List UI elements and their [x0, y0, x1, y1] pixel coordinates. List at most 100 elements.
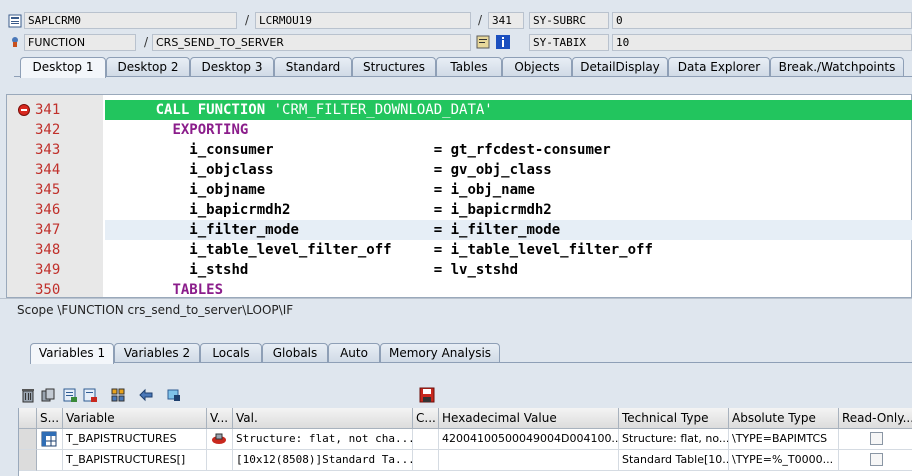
- code-text: EXPORTING: [105, 120, 912, 140]
- tab-standard[interactable]: Standard: [274, 57, 352, 77]
- col-header-c[interactable]: C...: [413, 408, 439, 429]
- code-identifier: i_filter_mode = i_filter_mode: [189, 222, 561, 238]
- tab-auto[interactable]: Auto: [328, 343, 380, 363]
- line-field[interactable]: 341: [488, 12, 524, 29]
- display-event-icon[interactable]: [476, 35, 490, 49]
- code-identifier: i_table_level_filter_off = i_table_level…: [189, 242, 653, 258]
- tab-structures[interactable]: Structures: [352, 57, 436, 77]
- col-header-hex[interactable]: Hexadecimal Value: [439, 408, 619, 429]
- save-variables-icon[interactable]: [62, 387, 78, 403]
- source-code-editor[interactable]: 341 CALL FUNCTION 'CRM_FILTER_DOWNLOAD_D…: [6, 94, 912, 298]
- table-cell-value[interactable]: [10x12(8508)]Standard Ta...: [233, 450, 413, 471]
- code-line[interactable]: 342 EXPORTING: [7, 120, 912, 140]
- read-only-checkbox[interactable]: [870, 432, 883, 445]
- col-header-status[interactable]: S...: [37, 408, 63, 429]
- variables-tab-strip: Variables 1 Variables 2 Locals Globals A…: [0, 343, 912, 364]
- line-number: 348: [35, 242, 61, 258]
- code-line[interactable]: 341 CALL FUNCTION 'CRM_FILTER_DOWNLOAD_D…: [7, 100, 912, 120]
- tab-data-explorer[interactable]: Data Explorer: [668, 57, 770, 77]
- event-type-field[interactable]: FUNCTION: [24, 34, 136, 51]
- table-cell-variable[interactable]: T_BAPISTRUCTURES: [63, 429, 207, 450]
- code-text: i_filter_mode = i_filter_mode: [105, 220, 912, 240]
- code-line[interactable]: 349 i_stshd = lv_stshd: [7, 260, 912, 280]
- row-selector[interactable]: [19, 429, 37, 450]
- table-cell-hex[interactable]: [439, 450, 619, 471]
- col-header-technical-type[interactable]: Technical Type: [619, 408, 729, 429]
- code-line[interactable]: 348 i_table_level_filter_off = i_table_l…: [7, 240, 912, 260]
- sy-subrc-value[interactable]: 0: [612, 12, 912, 29]
- table-cell-variable[interactable]: T_BAPISTRUCTURES[]: [63, 450, 207, 471]
- read-only-checkbox[interactable]: [870, 453, 883, 466]
- table-cell-read-only: [839, 450, 912, 471]
- tab-desktop-3[interactable]: Desktop 3: [190, 57, 274, 77]
- line-number: 341: [35, 102, 61, 118]
- tab-variables-2[interactable]: Variables 2: [114, 343, 200, 363]
- table-cell-technical-type[interactable]: Standard Table[10...: [619, 450, 729, 471]
- code-text: TABLES: [105, 280, 912, 297]
- sy-tabix-value[interactable]: 10: [612, 34, 912, 51]
- desktop-tab-strip: Desktop 1 Desktop 2 Desktop 3 Standard S…: [0, 57, 912, 78]
- code-string: 'CRM_FILTER_DOWNLOAD_DATA': [273, 102, 493, 118]
- event-field[interactable]: CRS_SEND_TO_SERVER: [152, 34, 471, 51]
- code-line[interactable]: 347 i_filter_mode = i_filter_mode: [7, 220, 912, 240]
- code-line[interactable]: 346 i_bapicrmdh2 = i_bapicrmdh2: [7, 200, 912, 220]
- table-cell-hex[interactable]: 42004100500049004D004100...: [439, 429, 619, 450]
- tab-desktop-2[interactable]: Desktop 2: [106, 57, 190, 77]
- line-number: 345: [35, 182, 61, 198]
- program-field[interactable]: SAPLCRM0: [24, 12, 237, 29]
- include-field[interactable]: LCRMOU19: [255, 12, 471, 29]
- table-cell-absolute-type[interactable]: \TYPE=BAPIMTCS: [729, 429, 839, 450]
- tab-tables[interactable]: Tables: [436, 57, 502, 77]
- table-row-status: [37, 450, 63, 471]
- tab-objects[interactable]: Objects: [502, 57, 572, 77]
- tab-break-watchpoints[interactable]: Break./Watchpoints: [770, 57, 904, 77]
- navigate-icon[interactable]: [138, 387, 154, 403]
- load-variables-icon[interactable]: [82, 387, 98, 403]
- breakpoint-icon[interactable]: [18, 104, 30, 116]
- delete-all-icon[interactable]: [40, 387, 56, 403]
- variables-table[interactable]: S... Variable V... Val. C... Hexadecimal…: [18, 408, 912, 476]
- tab-variables-1[interactable]: Variables 1: [30, 343, 114, 364]
- code-line[interactable]: 344 i_objclass = gv_obj_class: [7, 160, 912, 180]
- change-value-icon[interactable]: [211, 432, 227, 446]
- separator: /: [245, 13, 250, 27]
- code-identifier: [265, 102, 273, 118]
- info-icon[interactable]: [496, 35, 510, 49]
- code-keyword: TABLES: [172, 282, 224, 297]
- col-header-value[interactable]: Val.: [233, 408, 413, 429]
- table-cell-technical-type[interactable]: Structure: flat, no...: [619, 429, 729, 450]
- col-header-v[interactable]: V...: [207, 408, 233, 429]
- table-cell-value[interactable]: Structure: flat, not cha...: [233, 429, 413, 450]
- col-header-read-only[interactable]: Read-Only...: [839, 408, 912, 429]
- separator: /: [478, 13, 483, 27]
- line-number: 349: [35, 262, 61, 278]
- col-header-variable[interactable]: Variable: [63, 408, 207, 429]
- line-number: 343: [35, 142, 61, 158]
- code-line[interactable]: 345 i_objname = i_obj_name: [7, 180, 912, 200]
- code-line[interactable]: 350 TABLES: [7, 280, 912, 297]
- sy-subrc-label: SY-SUBRC: [529, 12, 609, 29]
- code-line[interactable]: 343 i_consumer = gt_rfcdest-consumer: [7, 140, 912, 160]
- code-text: i_consumer = gt_rfcdest-consumer: [105, 140, 912, 160]
- tab-globals[interactable]: Globals: [262, 343, 328, 363]
- save-icon[interactable]: [419, 387, 435, 403]
- line-number: 344: [35, 162, 61, 178]
- tab-locals[interactable]: Locals: [200, 343, 262, 363]
- function-icon: [8, 34, 22, 48]
- col-header-absolute-type[interactable]: Absolute Type: [729, 408, 839, 429]
- tab-memory-analysis[interactable]: Memory Analysis: [380, 343, 500, 363]
- row-selector[interactable]: [19, 450, 37, 471]
- delete-icon[interactable]: [20, 387, 36, 403]
- table-cell-absolute-type[interactable]: \TYPE=%_T0000...: [729, 450, 839, 471]
- table-cell-c: [413, 450, 439, 471]
- tab-desktop-1[interactable]: Desktop 1: [20, 57, 106, 78]
- tab-detail-display[interactable]: DetailDisplay: [572, 57, 668, 77]
- settings-icon[interactable]: [166, 387, 182, 403]
- code-text: CALL FUNCTION 'CRM_FILTER_DOWNLOAD_DATA': [105, 100, 912, 120]
- hierarchy-icon[interactable]: [110, 387, 126, 403]
